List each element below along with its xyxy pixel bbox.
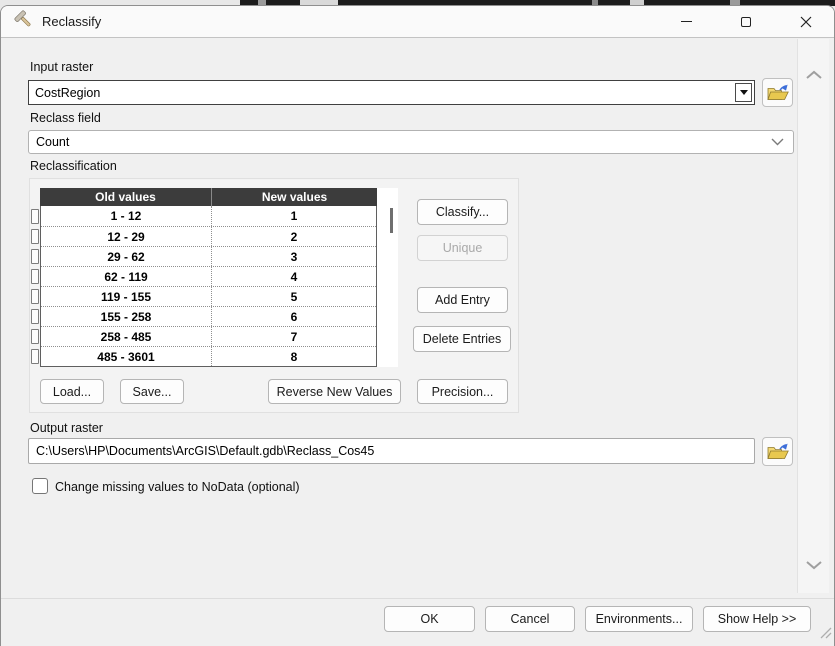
row-selector[interactable]	[31, 249, 39, 264]
output-raster-input[interactable]	[28, 438, 755, 464]
old-value-cell[interactable]: 29 - 62	[41, 247, 212, 266]
chevron-down-icon	[806, 561, 822, 570]
classify-button[interactable]: Classify...	[417, 199, 508, 225]
reclassification-label: Reclassification	[30, 159, 117, 173]
reclass-field-combobox[interactable]: Count	[28, 130, 794, 154]
table-scrollbar-thumb[interactable]	[390, 208, 393, 233]
nodata-checkbox[interactable]	[32, 478, 48, 494]
minimize-button[interactable]	[663, 6, 709, 37]
old-value-cell[interactable]: 12 - 29	[41, 227, 212, 246]
add-entry-button[interactable]: Add Entry	[417, 287, 508, 313]
table-row: 155 - 258 6	[41, 306, 376, 326]
old-value-cell[interactable]: 155 - 258	[41, 307, 212, 326]
open-folder-icon	[766, 443, 789, 459]
hammer-tool-icon	[14, 10, 33, 34]
column-header-new-values: New values	[261, 190, 328, 204]
input-raster-combobox[interactable]: CostRegion	[28, 80, 755, 105]
reclassification-panel: Old values New values 1 - 12 1 12 - 29 2…	[29, 178, 519, 413]
row-selector[interactable]	[31, 229, 39, 244]
output-raster-browse-button[interactable]	[762, 437, 793, 466]
dialog-scrollbar[interactable]	[797, 39, 829, 593]
input-raster-dropdown-button[interactable]	[735, 83, 752, 102]
table-row: 12 - 29 2	[41, 226, 376, 246]
old-value-cell[interactable]: 1 - 12	[41, 206, 212, 226]
dialog-scroll-down-button[interactable]	[798, 551, 830, 579]
screen: Reclassify Input raster CostRegion Recla…	[0, 0, 835, 646]
remap-table-header: Old values New values	[40, 188, 377, 206]
maximize-button[interactable]	[723, 6, 769, 37]
caret-down-icon	[739, 90, 748, 95]
reclass-field-label: Reclass field	[30, 111, 101, 125]
input-raster-browse-button[interactable]	[762, 78, 793, 107]
new-value-cell[interactable]: 6	[212, 307, 376, 326]
ok-button[interactable]: OK	[384, 606, 475, 632]
table-row: 485 - 3601 8	[41, 346, 376, 366]
dialog-scroll-up-button[interactable]	[798, 61, 830, 89]
row-selector[interactable]	[31, 289, 39, 304]
close-button[interactable]	[783, 6, 829, 37]
nodata-checkbox-label: Change missing values to NoData (optiona…	[55, 480, 300, 494]
minimize-icon	[680, 20, 692, 23]
table-row: 29 - 62 3	[41, 246, 376, 266]
table-row: 119 - 155 5	[41, 286, 376, 306]
open-folder-icon	[766, 84, 789, 100]
reclassify-dialog: Reclassify Input raster CostRegion Recla…	[0, 5, 835, 646]
delete-entries-button[interactable]: Delete Entries	[413, 326, 511, 352]
input-raster-label: Input raster	[30, 60, 94, 74]
new-value-cell[interactable]: 4	[212, 267, 376, 286]
row-selector[interactable]	[31, 269, 39, 284]
row-selector[interactable]	[31, 209, 39, 224]
remap-table-body: 1 - 12 1 12 - 29 2 29 - 62 3 62 - 119 4	[40, 206, 377, 367]
output-raster-label: Output raster	[30, 421, 103, 435]
cancel-button[interactable]: Cancel	[485, 606, 575, 632]
reverse-new-values-button[interactable]: Reverse New Values	[268, 379, 401, 404]
new-value-cell[interactable]: 8	[212, 347, 376, 366]
table-scrollbar[interactable]	[377, 188, 398, 367]
old-value-cell[interactable]: 62 - 119	[41, 267, 212, 286]
input-raster-value: CostRegion	[35, 85, 101, 100]
load-button[interactable]: Load...	[40, 379, 104, 404]
maximize-icon	[741, 16, 751, 27]
table-row: 1 - 12 1	[41, 206, 376, 226]
old-value-cell[interactable]: 485 - 3601	[41, 347, 212, 366]
old-value-cell[interactable]: 119 - 155	[41, 287, 212, 306]
chevron-down-icon	[771, 138, 784, 146]
remap-table: Old values New values 1 - 12 1 12 - 29 2…	[40, 188, 377, 367]
close-icon	[800, 16, 812, 27]
table-row: 258 - 485 7	[41, 326, 376, 346]
unique-button[interactable]: Unique	[417, 235, 508, 261]
row-selector[interactable]	[31, 349, 39, 364]
new-value-cell[interactable]: 3	[212, 247, 376, 266]
window-title: Reclassify	[42, 14, 102, 29]
new-value-cell[interactable]: 7	[212, 327, 376, 346]
precision-button[interactable]: Precision...	[417, 379, 508, 404]
footer-divider	[1, 598, 834, 599]
save-button[interactable]: Save...	[120, 379, 184, 404]
environments-button[interactable]: Environments...	[585, 606, 693, 632]
table-row: 62 - 119 4	[41, 266, 376, 286]
resize-grip-icon	[820, 627, 832, 639]
show-help-button[interactable]: Show Help >>	[703, 606, 811, 632]
reclass-field-value: Count	[36, 135, 70, 149]
old-value-cell[interactable]: 258 - 485	[41, 327, 212, 346]
new-value-cell[interactable]: 2	[212, 227, 376, 246]
column-header-old-values: Old values	[40, 188, 212, 206]
chevron-up-icon	[806, 70, 822, 79]
resize-grip[interactable]	[819, 626, 832, 644]
title-bar: Reclassify	[1, 6, 834, 38]
new-value-cell[interactable]: 5	[212, 287, 376, 306]
row-selector[interactable]	[31, 329, 39, 344]
new-value-cell[interactable]: 1	[212, 206, 376, 226]
row-selector[interactable]	[31, 309, 39, 324]
